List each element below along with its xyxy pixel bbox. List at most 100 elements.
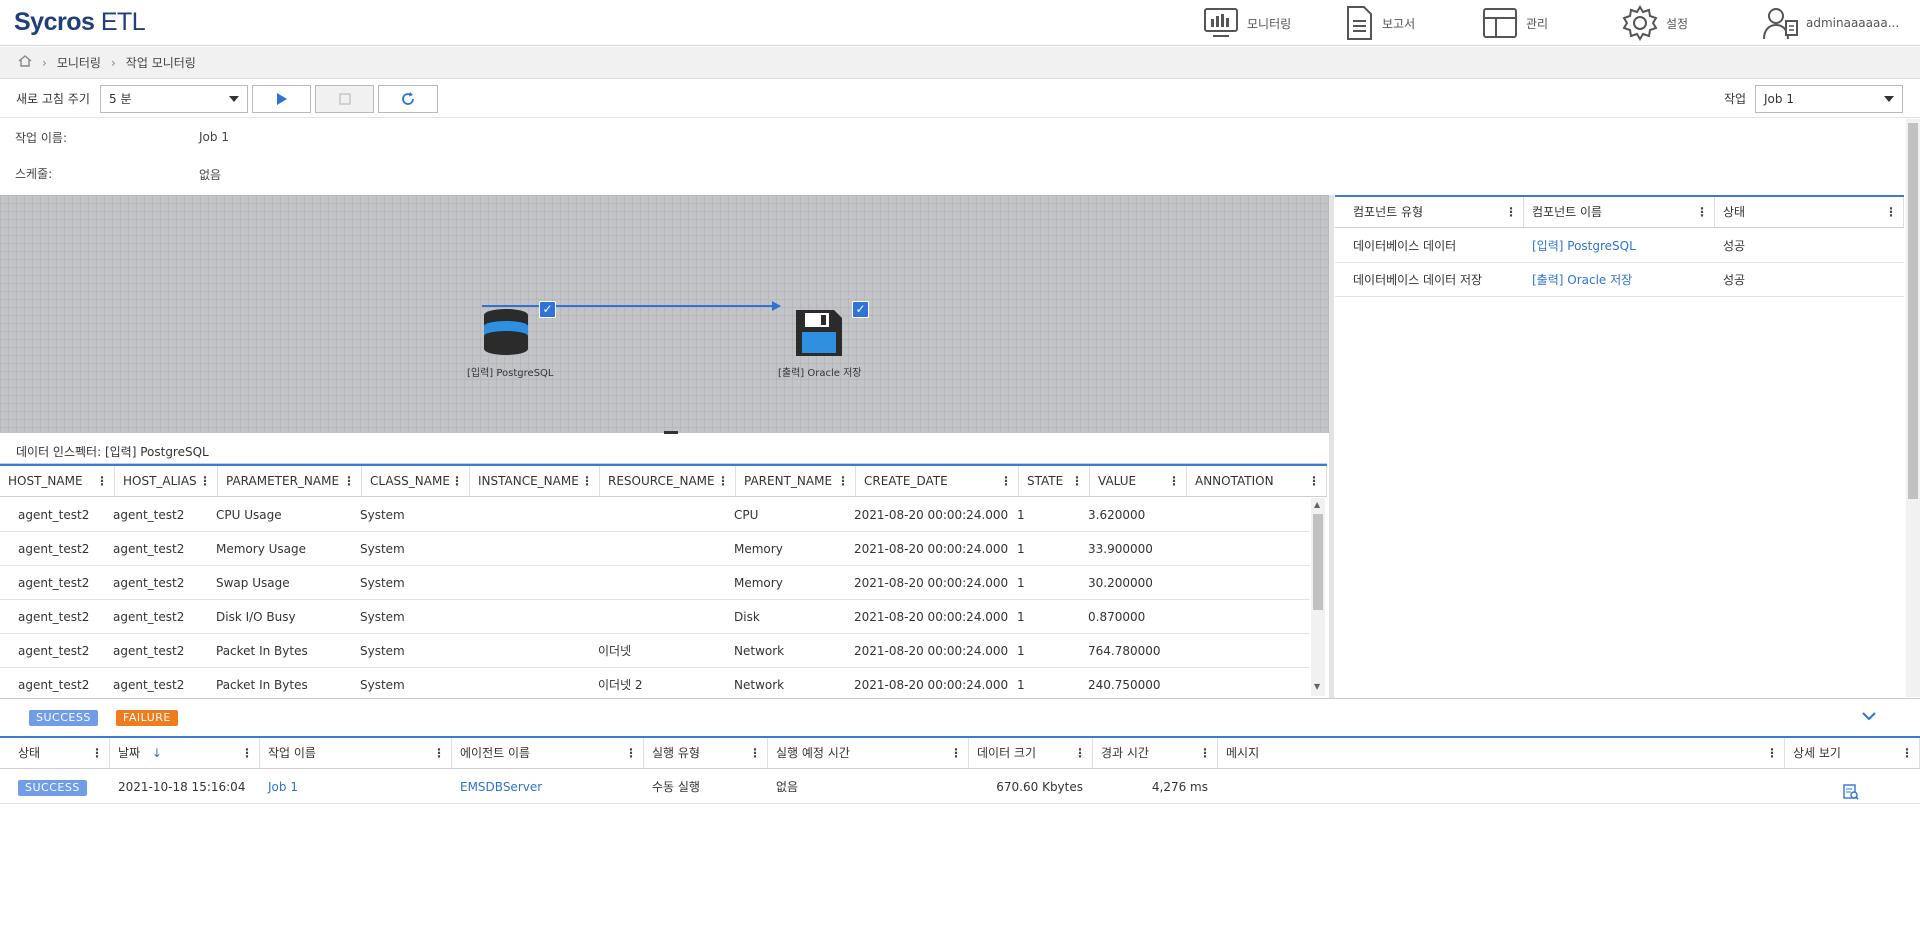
table-row[interactable]: agent_test2 agent_test2 Memory Usage System… bbox=[0, 532, 1310, 566]
table-row[interactable]: agent_test2 agent_test2 Packet In Bytes Sys… bbox=[0, 634, 1310, 668]
table-cell: 2021-08-20 00:00:24.000 bbox=[854, 644, 1009, 658]
table-cell: System bbox=[360, 644, 405, 658]
play-button[interactable] bbox=[252, 85, 311, 113]
column-header[interactable]: 상세 보기 ⋮ bbox=[1785, 738, 1920, 768]
page-scrollbar[interactable] bbox=[1906, 119, 1920, 697]
column-header[interactable]: 실행 예정 시간 ⋮ bbox=[768, 738, 969, 768]
resize-handle[interactable] bbox=[664, 431, 678, 434]
table-link[interactable]: EMSDBServer bbox=[452, 770, 644, 803]
column-header[interactable]: VALUE ⋮ bbox=[1090, 466, 1187, 496]
chevron-down-icon bbox=[1862, 712, 1876, 721]
table-cell: CPU bbox=[734, 508, 759, 522]
breadcrumb-item[interactable]: 모니터링 bbox=[57, 54, 101, 71]
table-row[interactable]: 데이터베이스 데이터 저장 [출력] Oracle 저장 성공 bbox=[1335, 263, 1904, 297]
column-header[interactable]: 메시지 ⋮ bbox=[1218, 738, 1785, 768]
table-row[interactable]: SUCCESS 2021-10-18 15:16:04 Job 1 EMSDBServ… bbox=[0, 770, 1920, 804]
column-header[interactable]: 에이전트 이름 ⋮ bbox=[452, 738, 644, 768]
breadcrumb-item: 작업 모니터링 bbox=[125, 56, 196, 70]
flow-node-output[interactable] bbox=[794, 308, 844, 361]
column-header[interactable]: HOST_NAME ⋮ bbox=[0, 466, 115, 496]
filter-success-badge[interactable]: SUCCESS bbox=[29, 710, 98, 726]
table-cell: 4,276 ms bbox=[1151, 780, 1208, 794]
table-cell bbox=[1218, 770, 1785, 803]
table-cell: 2021-10-18 15:16:04 bbox=[118, 780, 246, 794]
column-header[interactable]: STATE ⋮ bbox=[1019, 466, 1090, 496]
column-header[interactable]: 날짜 ↓ ⋮ bbox=[110, 738, 260, 768]
monitor-icon bbox=[1203, 6, 1239, 40]
column-header[interactable]: 상태 ⋮ bbox=[0, 738, 110, 768]
chevron-down-icon bbox=[1884, 96, 1894, 102]
table-row[interactable]: agent_test2 agent_test2 CPU Usage System CPU… bbox=[0, 498, 1310, 532]
component-name-link[interactable]: [입력] PostgreSQL bbox=[1524, 229, 1715, 262]
column-menu-icon: ⋮ bbox=[749, 746, 761, 760]
panel-splitter[interactable] bbox=[1329, 195, 1334, 698]
stop-icon bbox=[338, 93, 351, 105]
node-checkbox[interactable]: ✓ bbox=[852, 301, 869, 318]
refresh-interval-select[interactable]: 5 분 bbox=[100, 85, 248, 113]
column-menu-icon: ⋮ bbox=[837, 474, 849, 488]
table-cell: Network bbox=[734, 678, 785, 692]
table-cell bbox=[590, 600, 726, 633]
arrow-head-icon bbox=[772, 301, 781, 311]
filter-failure-badge[interactable]: FAILURE bbox=[116, 710, 178, 726]
stop-button[interactable] bbox=[315, 85, 374, 113]
column-header[interactable]: 데이터 크기 ⋮ bbox=[969, 738, 1093, 768]
column-menu-icon: ⋮ bbox=[717, 474, 729, 488]
job-select[interactable]: Job 1 bbox=[1755, 85, 1903, 113]
nav-settings[interactable]: 설정 bbox=[1622, 4, 1688, 42]
flow-node-input[interactable] bbox=[481, 308, 531, 359]
nav-admin[interactable]: 관리 bbox=[1482, 4, 1548, 42]
column-header[interactable]: 컴포넌트 이름 ⋮ bbox=[1524, 197, 1715, 227]
app-header: Sycros ETL 모니터링 보고서 관리 설정 adminaaaaaa... bbox=[0, 0, 1920, 46]
table-cell: 3.620000 bbox=[1088, 508, 1146, 522]
flow-connector bbox=[546, 305, 780, 307]
column-header[interactable]: RESOURCE_NAME ⋮ bbox=[600, 466, 736, 496]
column-header[interactable]: 실행 유형 ⋮ bbox=[644, 738, 768, 768]
table-row[interactable]: agent_test2 agent_test2 Swap Usage System Me… bbox=[0, 566, 1310, 600]
refresh-button[interactable] bbox=[378, 85, 438, 113]
component-name-link[interactable]: [출력] Oracle 저장 bbox=[1524, 263, 1715, 296]
detail-view-icon[interactable] bbox=[1843, 779, 1859, 803]
workflow-canvas[interactable]: ✓ [입력] PostgreSQL ✓ [출력] Oracle 저장 bbox=[0, 195, 1329, 434]
nav-report[interactable]: 보고서 bbox=[1344, 4, 1415, 42]
refresh-interval-value: 5 분 bbox=[109, 92, 132, 106]
table-cell bbox=[1177, 600, 1310, 633]
column-header[interactable]: PARENT_NAME ⋮ bbox=[736, 466, 856, 496]
table-cell: 성공 bbox=[1723, 273, 1746, 287]
table-cell: 2021-08-20 00:00:24.000 bbox=[854, 678, 1009, 692]
column-header[interactable]: CREATE_DATE ⋮ bbox=[856, 466, 1019, 496]
column-header[interactable]: PARAMETER_NAME ⋮ bbox=[218, 466, 362, 496]
column-header[interactable]: INSTANCE_NAME ⋮ bbox=[470, 466, 600, 496]
collapse-button[interactable] bbox=[1861, 710, 1877, 725]
table-link[interactable]: Job 1 bbox=[260, 770, 452, 803]
column-header[interactable]: ANNOTATION ⋮ bbox=[1187, 466, 1327, 496]
inspector-scrollbar[interactable]: ▲ ▼ bbox=[1311, 498, 1325, 696]
column-header[interactable]: HOST_ALIAS ⋮ bbox=[115, 466, 218, 496]
app-logo[interactable]: Sycros ETL bbox=[14, 8, 146, 37]
home-icon[interactable] bbox=[18, 55, 32, 70]
flow-connector bbox=[482, 305, 546, 307]
column-header[interactable]: 작업 이름 ⋮ bbox=[260, 738, 452, 768]
column-header[interactable]: 상태 ⋮ bbox=[1715, 197, 1904, 227]
column-menu-icon: ⋮ bbox=[199, 474, 211, 488]
nav-user[interactable]: adminaaaaaa... bbox=[1762, 4, 1899, 42]
refresh-interval-label: 새로 고침 주기 bbox=[16, 92, 90, 106]
inspector-scrollbar-thumb[interactable] bbox=[1313, 514, 1323, 610]
column-menu-icon: ⋮ bbox=[1199, 746, 1211, 760]
page-scrollbar-thumb[interactable] bbox=[1908, 123, 1918, 499]
table-row[interactable]: agent_test2 agent_test2 Disk I/O Busy Syste… bbox=[0, 600, 1310, 634]
column-header[interactable]: 컴포넌트 유형 ⋮ bbox=[1335, 197, 1524, 227]
column-menu-icon: ⋮ bbox=[241, 746, 253, 760]
column-menu-icon: ⋮ bbox=[91, 746, 103, 760]
column-menu-icon: ⋮ bbox=[1505, 205, 1517, 219]
node-checkbox[interactable]: ✓ bbox=[539, 301, 556, 318]
job-name-value: Job 1 bbox=[199, 130, 229, 144]
divider bbox=[0, 698, 1920, 699]
column-header[interactable]: CLASS_NAME ⋮ bbox=[362, 466, 470, 496]
table-row[interactable]: agent_test2 agent_test2 Packet In Bytes Sys… bbox=[0, 668, 1310, 696]
nav-monitoring[interactable]: 모니터링 bbox=[1203, 4, 1291, 42]
table-row[interactable]: 데이터베이스 데이터 [입력] PostgreSQL 성공 bbox=[1335, 229, 1904, 263]
table-cell bbox=[460, 634, 590, 667]
nav-report-label: 보고서 bbox=[1382, 16, 1416, 31]
column-header[interactable]: 경과 시간 ⋮ bbox=[1093, 738, 1218, 768]
